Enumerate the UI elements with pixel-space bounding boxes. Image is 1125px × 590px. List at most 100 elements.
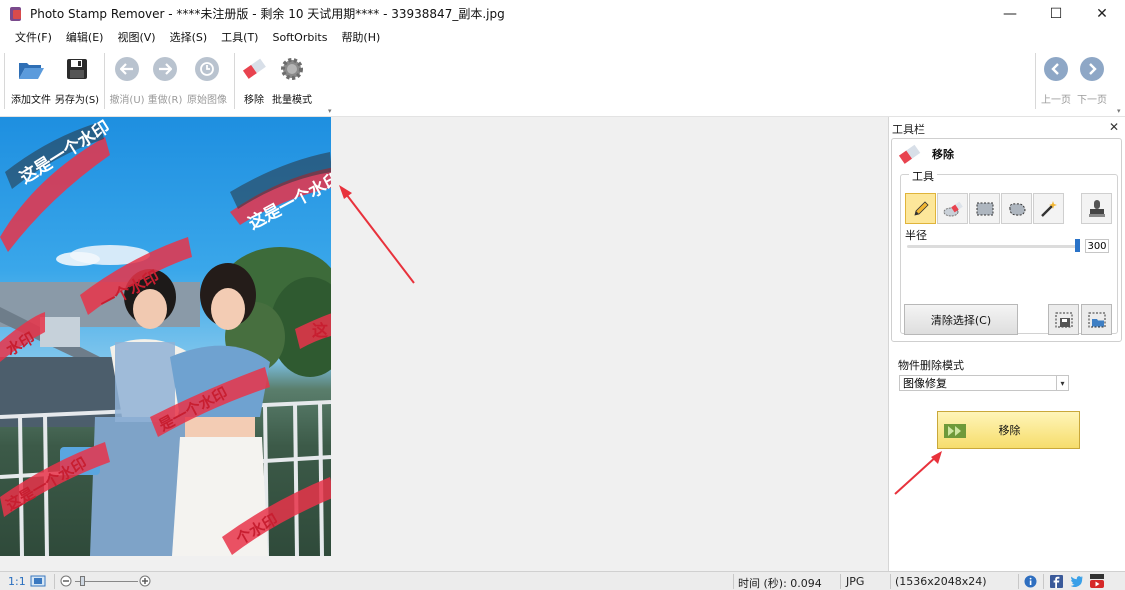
maximize-button[interactable]: ☐ — [1033, 0, 1079, 27]
stamp-tool-button[interactable] — [1081, 193, 1112, 224]
undo-button[interactable]: 撤消(U) — [108, 51, 146, 111]
undo-label: 撤消(U) — [109, 95, 145, 106]
lasso-select-button[interactable] — [1001, 193, 1032, 224]
menu-file[interactable]: 文件(F) — [8, 29, 59, 45]
toolbar-overflow-icon[interactable]: ▾ — [328, 107, 332, 115]
clock-icon — [193, 55, 221, 83]
facebook-icon[interactable] — [1050, 575, 1063, 590]
radius-slider-thumb[interactable] — [1075, 239, 1080, 252]
info-icon[interactable] — [1024, 575, 1037, 590]
status-separator — [890, 574, 891, 589]
twitter-icon[interactable] — [1070, 575, 1084, 590]
rectangle-select-button[interactable] — [969, 193, 1000, 224]
prev-page-label: 上一页 — [1041, 95, 1071, 106]
zoom-in-icon[interactable] — [139, 575, 151, 590]
add-file-button[interactable]: 添加文件 — [9, 51, 53, 111]
magic-wand-icon — [1040, 200, 1057, 217]
original-image-label: 原始图像 — [187, 95, 227, 106]
menu-bar: 文件(F) 编辑(E) 视图(V) 选择(S) 工具(T) SoftOrbits… — [0, 27, 1125, 47]
save-selection-button[interactable] — [1048, 304, 1079, 335]
eraser-icon — [240, 55, 268, 83]
toolbar: 添加文件 另存为(S) 撤消(U) 重做(R) 原始图像 移除 批量模式 ▾ 上… — [0, 47, 1125, 117]
zoom-ratio-button[interactable]: 1:1 — [8, 575, 26, 588]
window-title: Photo Stamp Remover - ****未注册版 - 剩余 10 天… — [30, 7, 505, 21]
toolbar-separator — [104, 53, 105, 109]
menu-help[interactable]: 帮助(H) — [334, 29, 387, 45]
toolbar-grip — [4, 53, 5, 109]
status-separator — [1043, 574, 1044, 589]
add-file-label: 添加文件 — [11, 95, 51, 106]
next-page-button[interactable]: 下一页 — [1074, 51, 1110, 111]
zoom-out-icon[interactable] — [60, 575, 72, 590]
status-separator — [1018, 574, 1019, 589]
remove-button-label: 移除 — [998, 424, 1021, 437]
image-canvas[interactable]: 这是一个水印 这是一个水印 一个水印 这 水印 是一个水印 这是一个水印 个水印 — [0, 117, 888, 571]
eraser-tool-button[interactable] — [937, 193, 968, 224]
batch-mode-label: 批量模式 — [272, 95, 312, 106]
next-page-label: 下一页 — [1077, 95, 1107, 106]
menu-softorbits[interactable]: SoftOrbits — [265, 31, 334, 44]
image-format: JPG — [846, 575, 865, 588]
menu-edit[interactable]: 编辑(E) — [59, 29, 111, 45]
toolbar-separator — [234, 53, 235, 109]
save-as-button[interactable]: 另存为(S) — [53, 51, 101, 111]
image-dimensions: (1536x2048x24) — [895, 575, 987, 588]
tool-panel: 工具栏 ✕ 移除 工具 半径 300 清除选择(C) 物件删除模式 图像修复 ▾… — [888, 117, 1125, 571]
radius-value-field[interactable]: 300 — [1085, 239, 1109, 253]
tools-group: 工具 半径 300 清除选择(C) — [900, 168, 1118, 335]
undo-icon — [113, 55, 141, 83]
folder-open-icon — [17, 55, 45, 83]
removal-mode-value: 图像修复 — [903, 377, 947, 390]
remove-toolbar-label: 移除 — [244, 95, 264, 106]
gear-icon — [278, 55, 306, 83]
original-image-button[interactable]: 原始图像 — [184, 51, 230, 111]
radius-slider[interactable] — [907, 245, 1077, 248]
status-bar: 1:1 时间 (秒): 0.094 JPG (1536x2048x24) — [0, 571, 1125, 590]
status-separator — [840, 574, 841, 589]
redo-label: 重做(R) — [147, 95, 183, 106]
menu-tools[interactable]: 工具(T) — [214, 29, 265, 45]
redo-button[interactable]: 重做(R) — [146, 51, 184, 111]
load-selection-icon — [1088, 312, 1105, 327]
redo-icon — [151, 55, 179, 83]
menu-select[interactable]: 选择(S) — [163, 29, 215, 45]
panel-title: 工具栏 — [892, 123, 925, 136]
window-controls: — ☐ ✕ — [987, 0, 1125, 27]
toolbar-separator — [1035, 53, 1036, 109]
minimize-button[interactable]: — — [987, 0, 1033, 27]
stamp-icon — [1088, 199, 1105, 217]
status-separator — [54, 574, 55, 589]
eraser-icon — [898, 144, 921, 164]
removal-mode-select[interactable]: 图像修复 ▾ — [899, 375, 1069, 391]
radius-label: 半径 — [905, 229, 927, 242]
magic-wand-button[interactable] — [1033, 193, 1064, 224]
menu-view[interactable]: 视图(V) — [110, 29, 162, 45]
lasso-icon — [1008, 202, 1026, 216]
pencil-icon — [913, 200, 929, 216]
remove-button[interactable]: 移除 — [937, 411, 1080, 449]
remove-section-header: 移除 — [898, 144, 954, 164]
status-separator — [733, 574, 734, 589]
fit-window-icon[interactable] — [30, 575, 46, 590]
youtube-icon[interactable] — [1089, 573, 1105, 590]
zoom-slider-thumb[interactable] — [80, 576, 85, 586]
panel-close-button[interactable]: ✕ — [1109, 120, 1119, 134]
chevron-down-icon[interactable]: ▾ — [1056, 376, 1068, 390]
processing-time: 时间 (秒): 0.094 — [738, 577, 822, 590]
title-bar: Photo Stamp Remover - ****未注册版 - 剩余 10 天… — [0, 0, 1125, 27]
load-selection-button[interactable] — [1081, 304, 1112, 335]
tools-group-label: 工具 — [909, 168, 937, 184]
clear-selection-button[interactable]: 清除选择(C) — [904, 304, 1018, 335]
remove-toolbar-button[interactable]: 移除 — [238, 51, 270, 111]
photo-preview[interactable]: 这是一个水印 这是一个水印 一个水印 这 水印 是一个水印 这是一个水印 个水印 — [0, 117, 331, 556]
arrow-right-icon — [1078, 55, 1106, 83]
toolbar-overflow-icon-right[interactable]: ▾ — [1117, 107, 1121, 115]
remove-tools-box: 移除 工具 半径 300 清除选择(C) — [891, 138, 1122, 342]
arrow-left-icon — [1042, 55, 1070, 83]
removal-mode-label: 物件删除模式 — [898, 359, 964, 372]
prev-page-button[interactable]: 上一页 — [1038, 51, 1074, 111]
save-as-label: 另存为(S) — [54, 95, 100, 106]
close-button[interactable]: ✕ — [1079, 0, 1125, 27]
batch-mode-button[interactable]: 批量模式 — [270, 51, 314, 111]
pencil-tool-button[interactable] — [905, 193, 936, 224]
